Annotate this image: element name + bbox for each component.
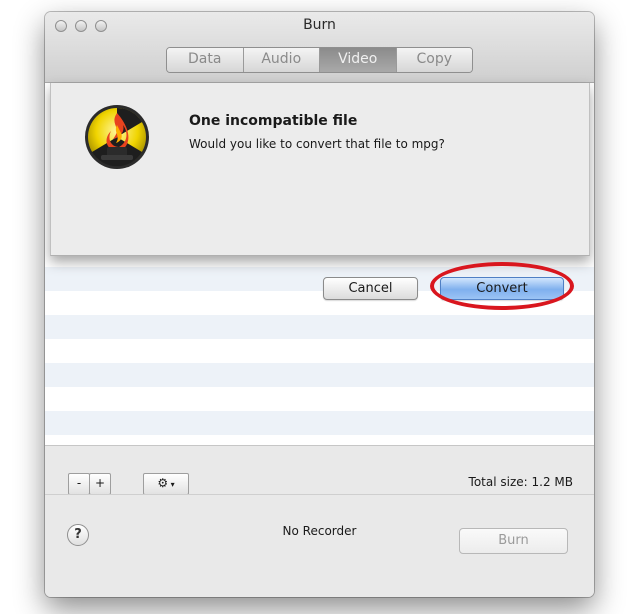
burn-button[interactable]: Burn — [459, 528, 568, 554]
incompatible-file-sheet: One incompatible file Would you like to … — [50, 83, 590, 300]
cancel-button[interactable]: Cancel — [323, 277, 418, 300]
gear-icon: ⚙ — [157, 476, 169, 490]
tab-video[interactable]: Video — [320, 48, 397, 72]
file-list-area: One incompatible file Would you like to … — [45, 83, 594, 445]
add-file-button[interactable]: + — [89, 473, 111, 495]
convert-highlight-annotation — [430, 262, 574, 310]
bottom-bar: - + ⚙ ▾ Total size: 1.2 MB ? No Recorder… — [45, 445, 594, 597]
action-menu-button[interactable]: ⚙ ▾ — [143, 473, 189, 495]
tab-audio[interactable]: Audio — [243, 48, 320, 72]
divider — [45, 494, 594, 495]
title-bar: Burn Data Audio Video Copy — [45, 12, 594, 83]
burn-app-icon — [85, 105, 149, 169]
sheet-message: Would you like to convert that file to m… — [189, 137, 445, 151]
chevron-down-icon: ▾ — [168, 480, 175, 489]
tab-copy[interactable]: Copy — [396, 48, 472, 72]
total-size-label: Total size: 1.2 MB — [468, 475, 573, 489]
tab-data[interactable]: Data — [167, 48, 244, 72]
mode-segmented-control: Data Audio Video Copy — [166, 47, 473, 73]
window-title: Burn — [303, 17, 336, 33]
burn-window: Burn Data Audio Video Copy One incompati… — [45, 12, 594, 597]
sheet-title: One incompatible file — [189, 113, 358, 129]
remove-file-button[interactable]: - — [68, 473, 90, 495]
